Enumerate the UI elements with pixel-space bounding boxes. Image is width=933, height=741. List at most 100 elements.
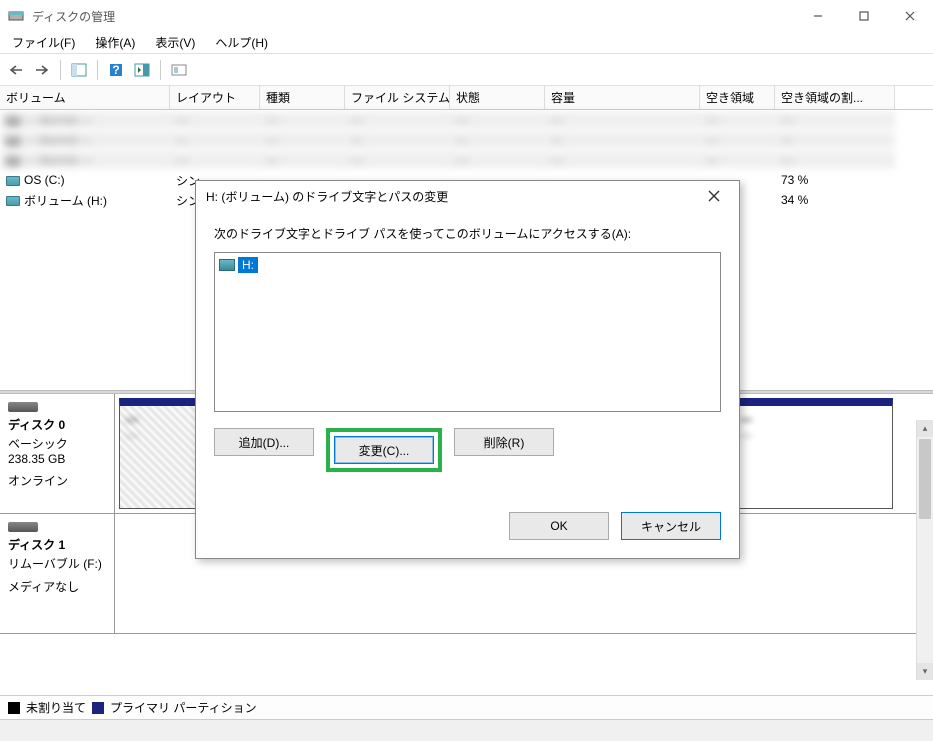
volume-layout: — (170, 152, 260, 168)
back-button[interactable] (4, 58, 28, 82)
disk-name: ディスク 0 (8, 416, 106, 433)
volume-fs: — (345, 112, 450, 128)
disk-icon (8, 522, 38, 532)
volume-capacity: — (545, 132, 700, 148)
change-drive-letter-dialog: H: (ボリューム) のドライブ文字とパスの変更 次のドライブ文字とドライブ パ… (195, 180, 740, 559)
dialog-title: H: (ボリューム) のドライブ文字とパスの変更 (206, 188, 699, 205)
show-hide-console-button[interactable] (67, 58, 91, 82)
add-button[interactable]: 追加(D)... (214, 428, 314, 456)
volume-fs: — (345, 132, 450, 148)
volume-free-pct: 34 % (775, 192, 895, 208)
refresh-button[interactable] (130, 58, 154, 82)
dialog-close-button[interactable] (699, 181, 729, 211)
disk-bustype: リムーバブル (F:) (8, 555, 106, 572)
volume-name: ボリューム (H:) (0, 191, 170, 210)
scroll-thumb[interactable] (919, 439, 931, 519)
change-button[interactable]: 変更(C)... (334, 436, 434, 464)
menubar: ファイル(F) 操作(A) 表示(V) ヘルプ(H) (0, 32, 933, 54)
volume-name: — blurred — (0, 152, 170, 168)
dialog-instruction: 次のドライブ文字とドライブ パスを使ってこのボリュームにアクセスする(A): (214, 225, 721, 242)
volume-capacity: — (545, 112, 700, 128)
volume-name: — blurred — (0, 132, 170, 148)
drive-icon (219, 259, 235, 271)
scroll-up-arrow[interactable]: ▴ (917, 420, 933, 437)
disk-label[interactable]: ディスク 1 リムーバブル (F:) メディアなし (0, 514, 115, 633)
drive-icon (6, 176, 20, 186)
cancel-button[interactable]: キャンセル (621, 512, 721, 540)
change-button-highlight: 変更(C)... (326, 428, 442, 472)
menu-file[interactable]: ファイル(F) (2, 31, 85, 54)
volume-row[interactable]: — blurred ———————— (0, 130, 933, 150)
volume-status: — (450, 152, 545, 168)
forward-button[interactable] (30, 58, 54, 82)
volume-type: — (260, 112, 345, 128)
volume-fs: — (345, 152, 450, 168)
volume-free-pct: — (775, 132, 895, 148)
drive-path-label: H: (238, 257, 258, 273)
legend-unallocated-swatch (8, 702, 20, 714)
toolbar: ? (0, 54, 933, 86)
legend-unallocated-label: 未割り当て (26, 699, 86, 716)
volume-free-pct: — (775, 112, 895, 128)
col-status[interactable]: 状態 (450, 86, 545, 109)
legend-primary-label: プライマリ パーティション (110, 699, 257, 716)
volume-status: — (450, 132, 545, 148)
drive-icon (6, 156, 20, 166)
volume-free: — (700, 152, 775, 168)
volume-free: — (700, 132, 775, 148)
volume-row[interactable]: — blurred ———————— (0, 150, 933, 170)
volume-free-pct: — (775, 152, 895, 168)
col-type[interactable]: 種類 (260, 86, 345, 109)
svg-text:?: ? (112, 63, 119, 77)
drive-path-item[interactable]: H: (219, 257, 258, 273)
ok-button[interactable]: OK (509, 512, 609, 540)
legend-primary-swatch (92, 702, 104, 714)
volume-layout: — (170, 112, 260, 128)
legend: 未割り当て プライマリ パーティション (0, 695, 933, 719)
disk-status: メディアなし (8, 578, 106, 595)
col-capacity[interactable]: 容量 (545, 86, 700, 109)
drive-icon (6, 136, 20, 146)
dialog-titlebar: H: (ボリューム) のドライブ文字とパスの変更 (196, 181, 739, 211)
disk-size: 238.35 GB (8, 452, 106, 466)
menu-view[interactable]: 表示(V) (145, 31, 205, 54)
close-button[interactable] (887, 0, 933, 32)
help-button[interactable]: ? (104, 58, 128, 82)
titlebar: ディスクの管理 (0, 0, 933, 32)
separator (160, 60, 161, 80)
col-volume[interactable]: ボリューム (0, 86, 170, 109)
col-free-pct[interactable]: 空き領域の割... (775, 86, 895, 109)
disk-name: ディスク 1 (8, 536, 106, 553)
volume-name: OS (C:) (0, 172, 170, 188)
window-title: ディスクの管理 (32, 8, 795, 25)
volume-free-pct: 73 % (775, 172, 895, 188)
volume-type: — (260, 152, 345, 168)
partition[interactable]: —— (733, 398, 893, 509)
volumes-header: ボリューム レイアウト 種類 ファイル システム 状態 容量 空き領域 空き領域… (0, 86, 933, 110)
volume-name: — blurred — (0, 112, 170, 128)
vertical-scrollbar[interactable]: ▴ ▾ (916, 420, 933, 680)
drive-paths-listbox[interactable]: H: (214, 252, 721, 412)
volume-capacity: — (545, 152, 700, 168)
menu-help[interactable]: ヘルプ(H) (205, 31, 278, 54)
minimize-button[interactable] (795, 0, 841, 32)
volume-layout: — (170, 132, 260, 148)
volume-type: — (260, 132, 345, 148)
col-free[interactable]: 空き領域 (700, 86, 775, 109)
separator (97, 60, 98, 80)
separator (60, 60, 61, 80)
remove-button[interactable]: 削除(R) (454, 428, 554, 456)
drive-icon (6, 196, 20, 206)
volume-status: — (450, 112, 545, 128)
menu-action[interactable]: 操作(A) (85, 31, 145, 54)
volume-row[interactable]: — blurred ———————— (0, 110, 933, 130)
scroll-down-arrow[interactable]: ▾ (917, 663, 933, 680)
disk-label[interactable]: ディスク 0ベーシック238.35 GBオンライン (0, 394, 115, 513)
disk-bustype: ベーシック (8, 435, 106, 452)
properties-button[interactable] (167, 58, 191, 82)
disk-icon (8, 402, 38, 412)
col-filesystem[interactable]: ファイル システム (345, 86, 450, 109)
col-layout[interactable]: レイアウト (170, 86, 260, 109)
maximize-button[interactable] (841, 0, 887, 32)
statusbar (0, 719, 933, 741)
